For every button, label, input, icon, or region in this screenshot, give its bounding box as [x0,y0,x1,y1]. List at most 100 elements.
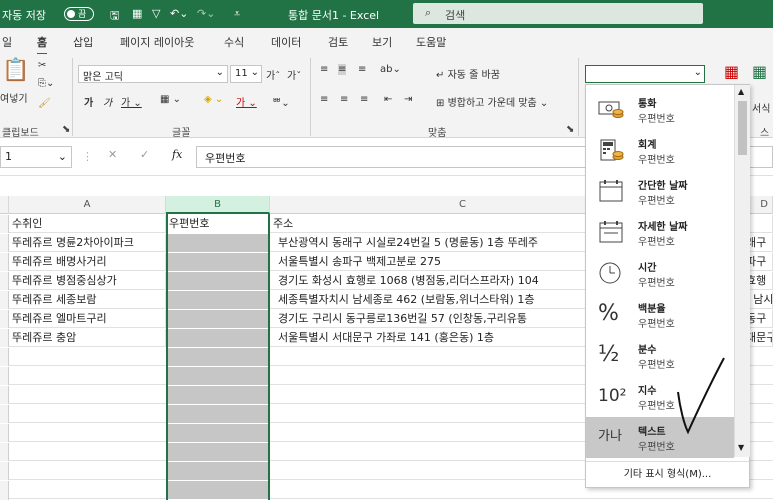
row-header[interactable] [0,215,9,233]
menu-item-accounting[interactable]: 회계 우편번호 [586,130,734,171]
cell-a[interactable]: 뚜레쥬르 세종보람 [9,291,166,309]
tab-review[interactable]: 검토 [328,34,348,50]
cut-icon[interactable]: ✂ [38,60,46,71]
tab-page-layout[interactable]: 페이지 레이아웃 [120,34,194,50]
row-header[interactable] [0,481,9,500]
increase-indent-icon[interactable]: ⇥ [404,94,412,105]
cell-b[interactable] [166,234,270,252]
menu-item-scientific[interactable]: 10² 지수 우편번호 [586,376,734,417]
decrease-font-icon[interactable]: 가ˇ [287,67,301,82]
row-header[interactable] [0,424,9,442]
bold-icon[interactable]: 가 [84,94,93,109]
tab-home[interactable]: 홈 [37,34,48,55]
fill-color-icon[interactable]: ◈ ⌄ [204,94,223,105]
cell-b[interactable] [166,386,270,404]
font-size-select[interactable]: 11 ⌄ [230,65,262,83]
save-icon[interactable]: 🖫 [110,7,119,26]
font-color-icon[interactable]: 가 ⌄ [236,94,257,109]
menu-item-short-date[interactable]: 간단한 날짜 우편번호 [586,171,734,212]
row-header[interactable] [0,253,9,271]
align-center-icon[interactable]: ≡ [340,94,348,105]
autosave-toggle[interactable]: 끔 [64,7,94,21]
cell-a[interactable]: 뚜레쥬르 병점중심상가 [9,272,166,290]
cell-a[interactable]: 뚜레쥬르 명륜2차아이파크 [9,234,166,252]
number-format-select[interactable]: ⌄ [585,65,705,83]
font-name-select[interactable]: 맑은 고딕 ⌄ [78,65,228,83]
menu-scrollbar[interactable]: ▲ ▼ [734,85,750,457]
fx-icon[interactable]: fx [172,148,182,161]
form-icon[interactable]: ▦ [132,7,142,20]
scroll-down-icon[interactable]: ▼ [738,443,744,452]
cell-a[interactable]: 뚜레쥬르 충암 [9,329,166,347]
paste-icon[interactable]: 📋 [2,58,29,83]
row-header[interactable] [0,443,9,461]
cell-b-active[interactable]: 우편번호 [166,215,270,233]
menu-item-long-date[interactable]: 자세한 날짜 우편번호 [586,212,734,253]
wrap-text-button[interactable]: ↵ 자동 줄 바꿈 [436,66,500,81]
italic-icon[interactable]: 가 [103,94,112,109]
tab-file[interactable]: 일 [2,34,12,50]
menu-item-time[interactable]: 시간 우편번호 [586,253,734,294]
row-header[interactable] [0,291,9,309]
column-header-b[interactable]: B [166,196,270,214]
phonetic-icon[interactable]: ᄈ⌄ [272,94,290,109]
cell-b[interactable] [166,462,270,480]
conditional-format-icon[interactable]: ▦ [724,62,739,81]
menu-item-fraction[interactable]: ½ 분수 우편번호 [586,335,734,376]
format-painter-icon[interactable]: 🖌 [38,98,51,109]
tab-insert[interactable]: 삽입 [73,34,93,50]
table-format-icon[interactable]: ▦ [752,62,767,81]
orientation-icon[interactable]: ab⌄ [380,64,401,75]
customize-qat-icon[interactable]: ⩡ [234,7,240,21]
tab-view[interactable]: 보기 [372,34,392,50]
cell-b[interactable] [166,481,270,499]
row-header[interactable] [0,329,9,347]
row-header[interactable] [0,386,9,404]
row-header[interactable] [0,462,9,480]
align-right-icon[interactable]: ≡ [360,94,368,105]
menu-item-text[interactable]: 가나 텍스트 우편번호 [586,417,734,458]
tab-data[interactable]: 데이터 [271,34,301,50]
paste-label[interactable]: 여넣기 [0,90,28,105]
scroll-thumb[interactable] [738,101,747,155]
more-number-formats[interactable]: 기타 표시 형식(M)... [586,461,749,488]
cell-b[interactable] [166,310,270,328]
tab-formulas[interactable]: 수식 [224,34,244,50]
increase-font-icon[interactable]: 가ˆ [266,67,280,82]
select-all-corner[interactable] [0,196,9,214]
tab-help[interactable]: 도움말 [416,34,446,50]
cell-b[interactable] [166,329,270,347]
cell-b[interactable] [166,424,270,442]
copy-icon[interactable]: ⎘⌄ [38,78,54,89]
cell-style-label[interactable]: 서식 [752,100,770,115]
merge-center-button[interactable]: ⊞ 병합하고 가운데 맞춤 ⌄ [436,94,548,109]
cell-a[interactable]: 뚜레쥬르 엘마트구리 [9,310,166,328]
cell-b[interactable] [166,253,270,271]
row-header[interactable] [0,367,9,385]
row-header[interactable] [0,272,9,290]
redo-icon[interactable]: ↷⌄ [197,7,215,20]
align-middle-icon[interactable]: ≡ [338,64,347,75]
filter-icon[interactable]: ▽ [152,7,160,20]
cell-b[interactable] [166,272,270,290]
scroll-up-icon[interactable]: ▲ [738,87,744,96]
cell-b[interactable] [166,405,270,423]
undo-icon[interactable]: ↶⌄ [170,7,188,20]
menu-item-percentage[interactable]: % 백분율 우편번호 [586,294,734,335]
menu-item-currency[interactable]: 통화 우편번호 [586,89,734,130]
name-box[interactable]: 1 ⌄ [0,146,72,168]
alignment-launcher-icon[interactable]: ⬊ [566,124,574,135]
row-header[interactable] [0,405,9,423]
align-top-icon[interactable]: ≡ [320,64,328,75]
clipboard-launcher-icon[interactable]: ⬊ [62,124,70,135]
row-header[interactable] [0,310,9,328]
border-icon[interactable]: ▦ ⌄ [160,94,181,105]
enter-icon[interactable]: ✓ [140,148,149,161]
cell-b[interactable] [166,367,270,385]
column-header-a[interactable]: A [9,196,166,214]
cell-a[interactable]: 뚜레쥬르 배명사거리 [9,253,166,271]
cancel-icon[interactable]: ✕ [108,148,117,161]
cell-b[interactable] [166,348,270,366]
row-header[interactable] [0,348,9,366]
cell-a[interactable]: 수취인 [9,215,166,233]
